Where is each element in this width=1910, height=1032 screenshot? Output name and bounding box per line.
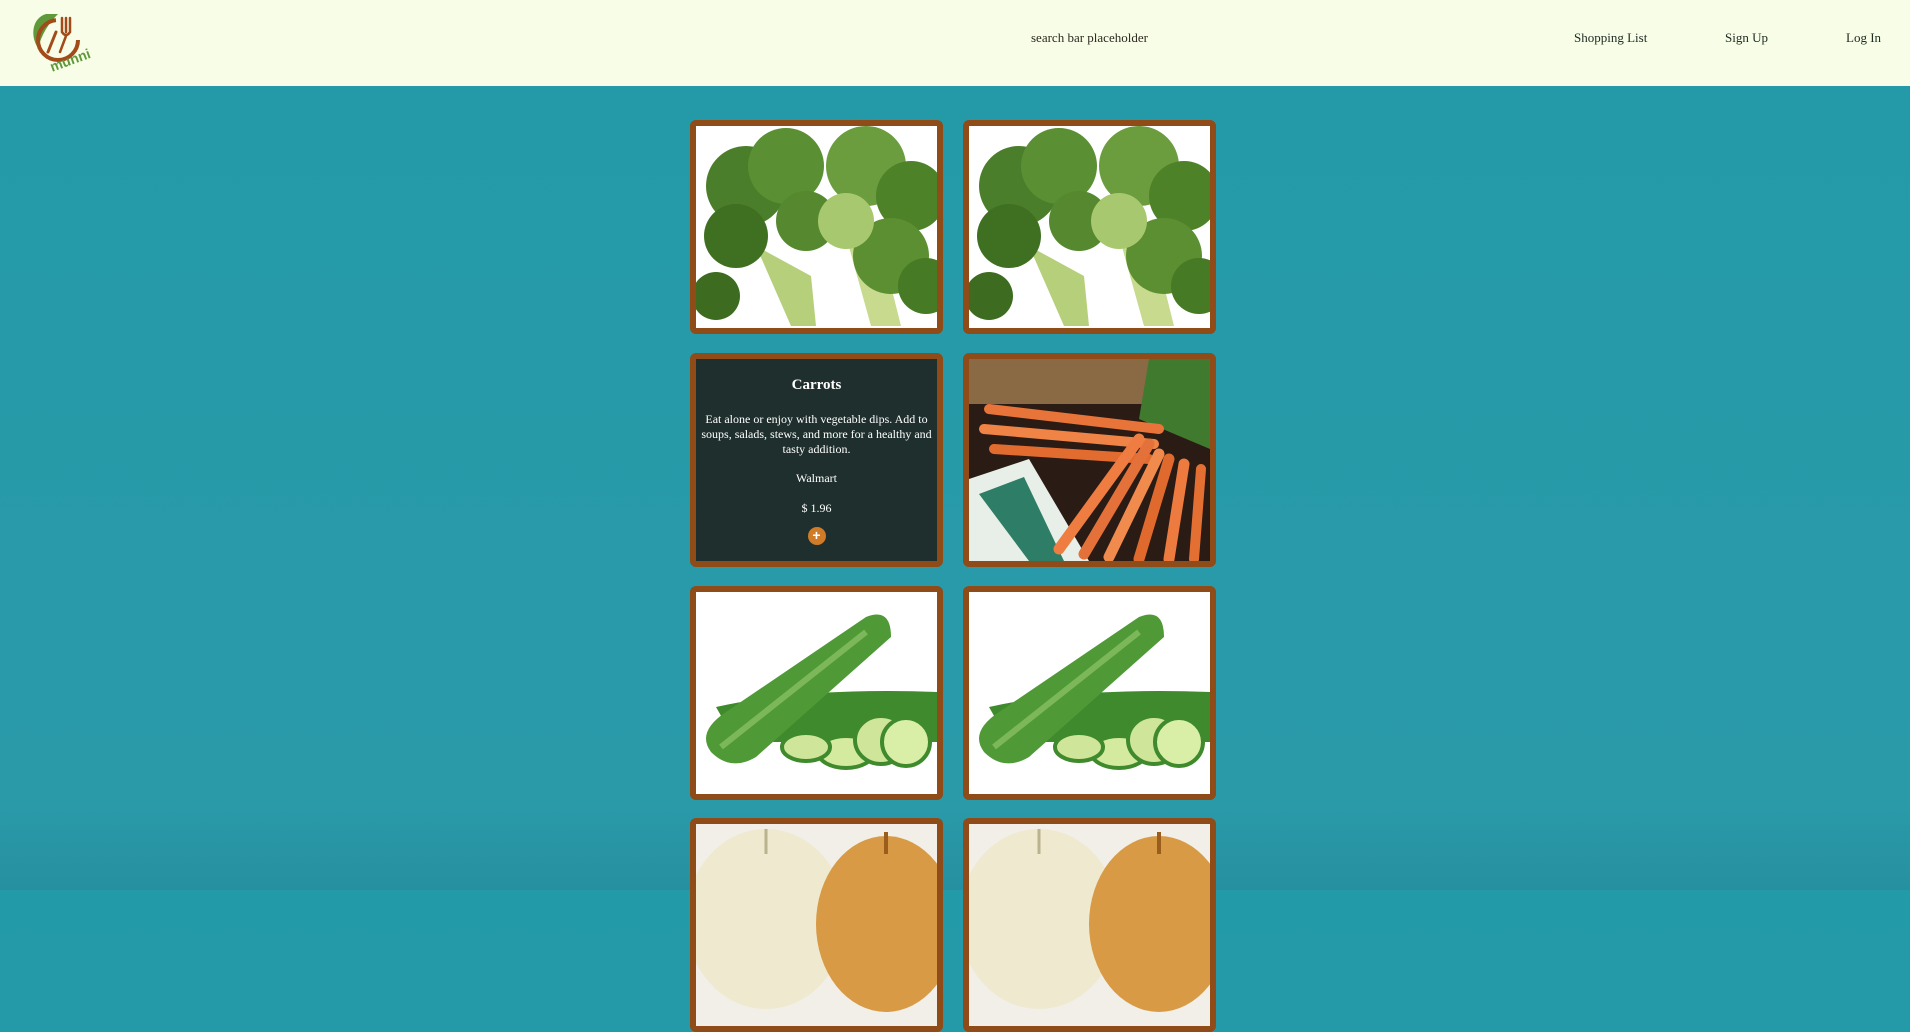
product-title: Carrots bbox=[791, 377, 842, 393]
cucumber-image bbox=[696, 592, 937, 794]
product-card-onion[interactable] bbox=[963, 818, 1216, 1032]
munni-logo[interactable]: munni bbox=[26, 8, 93, 75]
search-bar-placeholder[interactable]: search bar placeholder bbox=[1031, 30, 1148, 46]
onion-image bbox=[696, 824, 937, 1026]
product-card-cucumber[interactable] bbox=[963, 586, 1216, 800]
nav-sign-up[interactable]: Sign Up bbox=[1725, 30, 1768, 46]
cucumber-image bbox=[969, 592, 1210, 794]
add-to-list-button[interactable]: + bbox=[807, 527, 826, 545]
onion-image bbox=[969, 824, 1210, 1026]
carrots-image bbox=[969, 359, 1210, 561]
broccoli-image bbox=[696, 126, 937, 328]
product-card-broccoli[interactable] bbox=[690, 120, 943, 334]
product-store: Walmart bbox=[795, 471, 837, 485]
product-card-onion[interactable] bbox=[690, 818, 943, 1032]
product-description: Eat alone or enjoy with vegetable dips. … bbox=[701, 412, 932, 456]
broccoli-image bbox=[969, 126, 1210, 328]
nav-shopping-list[interactable]: Shopping List bbox=[1574, 30, 1647, 46]
header: munni search bar placeholder Shopping Li… bbox=[0, 0, 1910, 86]
product-card-cucumber[interactable] bbox=[690, 586, 943, 800]
product-price: $ 1.96 bbox=[801, 501, 832, 515]
product-card-carrots[interactable] bbox=[963, 353, 1216, 567]
nav-log-in[interactable]: Log In bbox=[1846, 30, 1881, 46]
product-card-carrots-details[interactable]: Carrots Eat alone or enjoy with vegetabl… bbox=[690, 353, 943, 567]
svg-text:munni: munni bbox=[48, 45, 92, 72]
product-card-broccoli[interactable] bbox=[963, 120, 1216, 334]
